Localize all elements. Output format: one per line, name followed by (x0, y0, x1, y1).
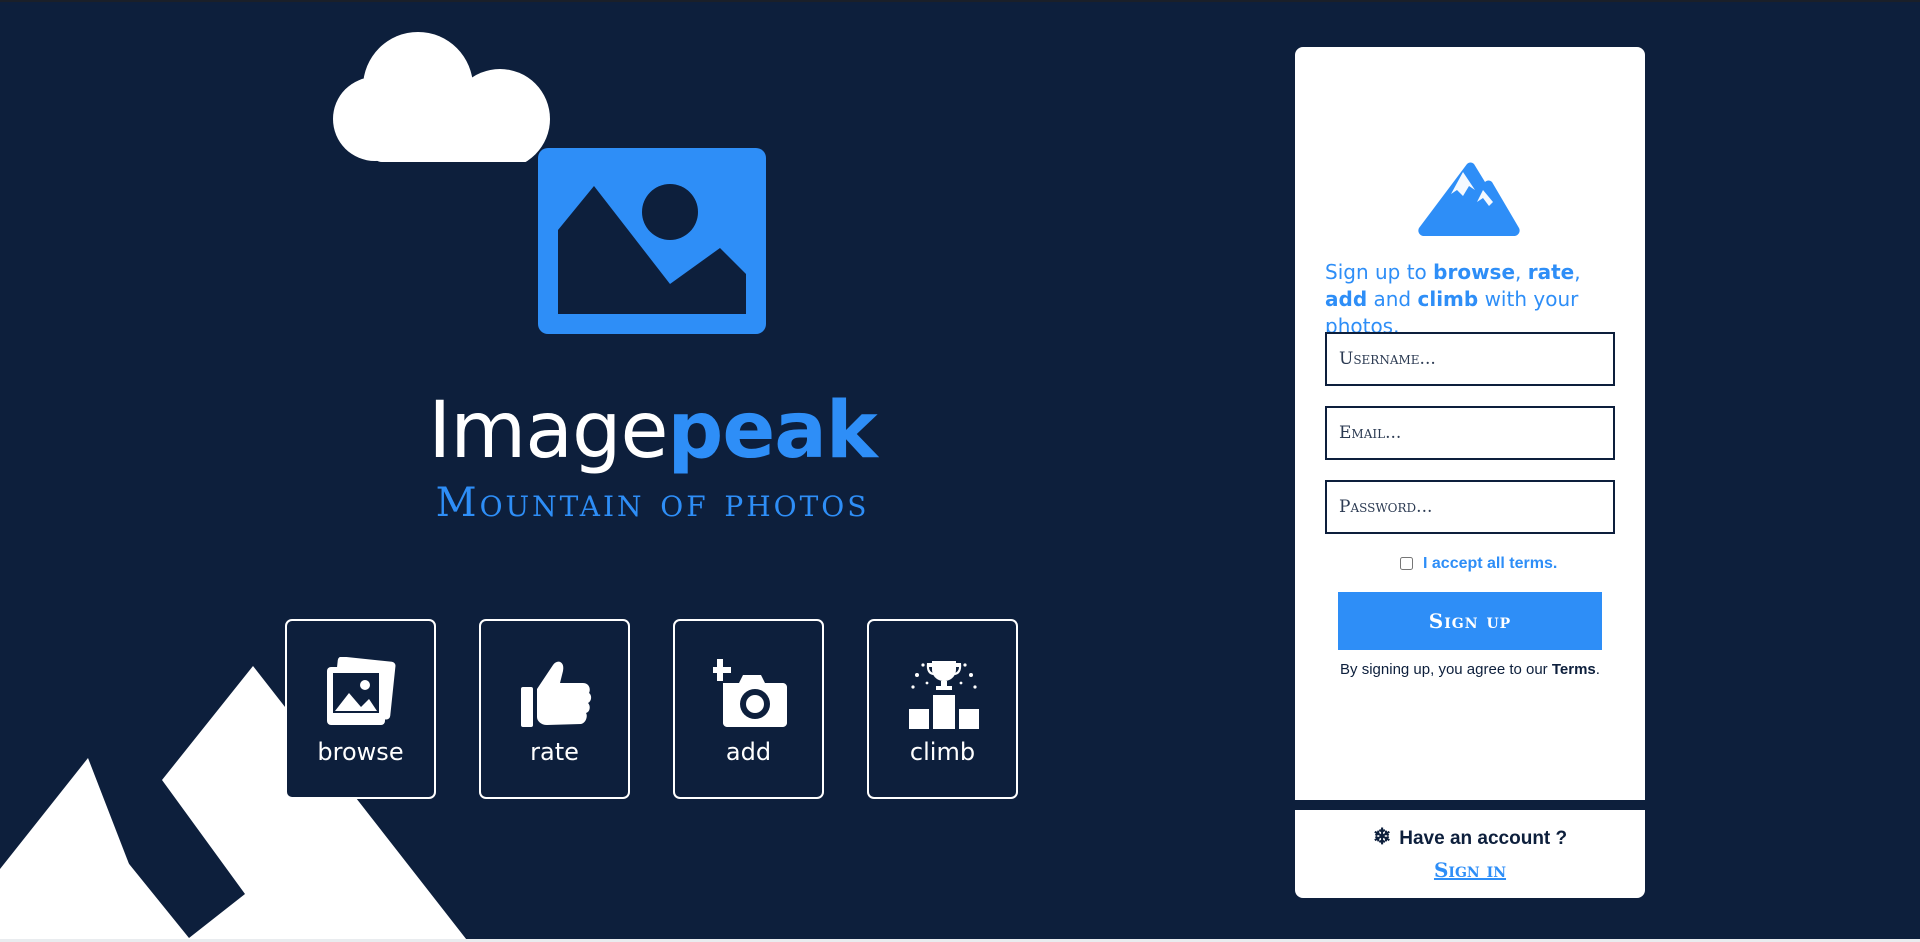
have-account-text: ❄ Have an account ? (1295, 824, 1645, 850)
signup-card: Sign up to browse, rate, add and climb w… (1295, 47, 1645, 800)
intro-separator: , (1574, 260, 1581, 284)
signup-button[interactable]: Sign up (1338, 592, 1602, 650)
terms-label[interactable]: I accept all terms. (1423, 555, 1557, 573)
trophy-podium-icon (909, 661, 979, 729)
intro-text: and (1367, 287, 1418, 311)
add-camera-icon (713, 659, 787, 727)
brand-tagline: Mountain of photos (435, 480, 870, 526)
agree-prefix: By signing up, you agree to our (1340, 661, 1552, 678)
brand-title-part2: peak (667, 386, 878, 476)
signin-link[interactable]: Sign in (1295, 858, 1645, 882)
email-input[interactable] (1325, 406, 1615, 460)
feature-tile-climb[interactable]: climb (867, 619, 1018, 799)
terms-row: I accept all terms. (1400, 554, 1640, 574)
feature-tile-label: climb (909, 738, 976, 766)
page-background: Imagepeak Mountain of photos browse rate (0, 2, 1920, 939)
image-icon (538, 148, 766, 334)
terms-checkbox[interactable] (1400, 557, 1413, 570)
feature-tile-label: rate (530, 738, 579, 766)
feature-tile-add[interactable]: add (673, 619, 824, 799)
keyword-browse: browse (1433, 260, 1516, 284)
brand-title-part1: Image (428, 386, 668, 476)
feature-tile-label: add (725, 738, 772, 766)
signup-intro: Sign up to browse, rate, add and climb w… (1325, 259, 1620, 340)
intro-text: Sign up to (1325, 260, 1434, 284)
account-question: Have an account ? (1399, 828, 1568, 849)
thumbs-up-icon (521, 661, 592, 727)
brand-block: Imagepeak Mountain of photos (330, 386, 975, 528)
cloud-icon (333, 32, 550, 162)
feature-tile-label: browse (317, 738, 404, 766)
snowflake-icon: ❄ (1372, 824, 1392, 849)
brand-title: Imagepeak (330, 386, 975, 476)
keyword-climb: climb (1417, 287, 1479, 311)
mountain-logo-icon (1418, 162, 1520, 236)
intro-separator: , (1515, 260, 1528, 284)
agree-suffix: . (1595, 661, 1600, 678)
keyword-rate: rate (1527, 260, 1575, 284)
password-input[interactable] (1325, 480, 1615, 534)
keyword-add: add (1325, 287, 1368, 311)
username-input[interactable] (1325, 332, 1615, 386)
agree-text: By signing up, you agree to our Terms. (1325, 661, 1615, 678)
terms-link[interactable]: Terms (1552, 661, 1596, 678)
photos-icon (327, 657, 396, 725)
account-card: ❄ Have an account ? Sign in (1295, 810, 1645, 898)
feature-tile-rate[interactable]: rate (479, 619, 630, 799)
feature-tile-browse[interactable]: browse (285, 619, 436, 799)
